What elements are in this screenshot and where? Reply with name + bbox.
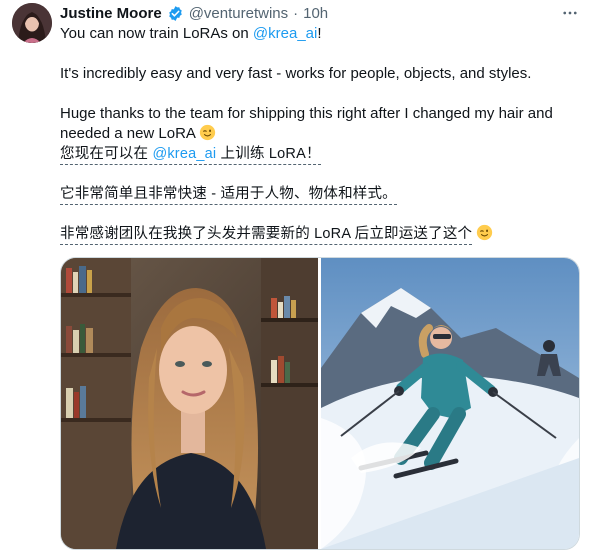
media-grid (60, 257, 580, 550)
translation-text: 非常感谢团队在我换了头发并需要新的 LoRA 后立即运送了这个 (60, 225, 473, 245)
avatar[interactable] (12, 3, 52, 43)
winking-face-emoji (199, 124, 216, 141)
translation-text: 您现在可以在 @krea_ai 上训练 LoRA！ (60, 145, 321, 165)
tweet-line-4: needed a new LoRA (60, 124, 584, 144)
skiing-photo[interactable] (321, 258, 579, 549)
tweet-line-2: It's incredibly easy and very fast - wor… (60, 65, 532, 82)
mention-link[interactable]: @krea_ai (253, 25, 317, 42)
tweet-line-3: Huge thanks to the team for shipping thi… (60, 105, 553, 122)
translation-line-3: 非常感谢团队在我换了头发并需要新的 LoRA 后立即运送了这个 (60, 224, 584, 245)
author-handle[interactable]: @venturetwins (189, 5, 288, 22)
author-name[interactable]: Justine Moore (60, 5, 162, 22)
translation-text: 它非常简单且非常快速 - 适用于人物、物体和样式。 (60, 185, 397, 205)
mention-link[interactable]: @krea_ai (152, 146, 216, 162)
timestamp[interactable]: 10h (303, 5, 328, 22)
tweet: Justine Moore @venturetwins · 10h You ca… (0, 0, 596, 556)
verified-badge-icon (167, 5, 184, 22)
portrait-photo[interactable] (61, 258, 318, 549)
separator-dot: · (293, 4, 299, 22)
tweet-body: You can now train LoRAs on @krea_ai! It'… (60, 24, 584, 245)
winking-face-emoji (476, 224, 493, 241)
tweet-line-1: You can now train LoRAs on @krea_ai! (60, 24, 584, 44)
tweet-header: Justine Moore @venturetwins · 10h (60, 3, 328, 23)
translation-line-2: 它非常简单且非常快速 - 适用于人物、物体和样式。 (60, 184, 584, 205)
more-options-icon[interactable] (558, 3, 582, 23)
tweet-text: needed a new LoRA (60, 125, 196, 142)
tweet-text: ! (317, 25, 322, 42)
translation-line-1: 您现在可以在 @krea_ai 上训练 LoRA！ (60, 144, 584, 165)
tweet-text: You can now train LoRAs on (60, 25, 253, 42)
